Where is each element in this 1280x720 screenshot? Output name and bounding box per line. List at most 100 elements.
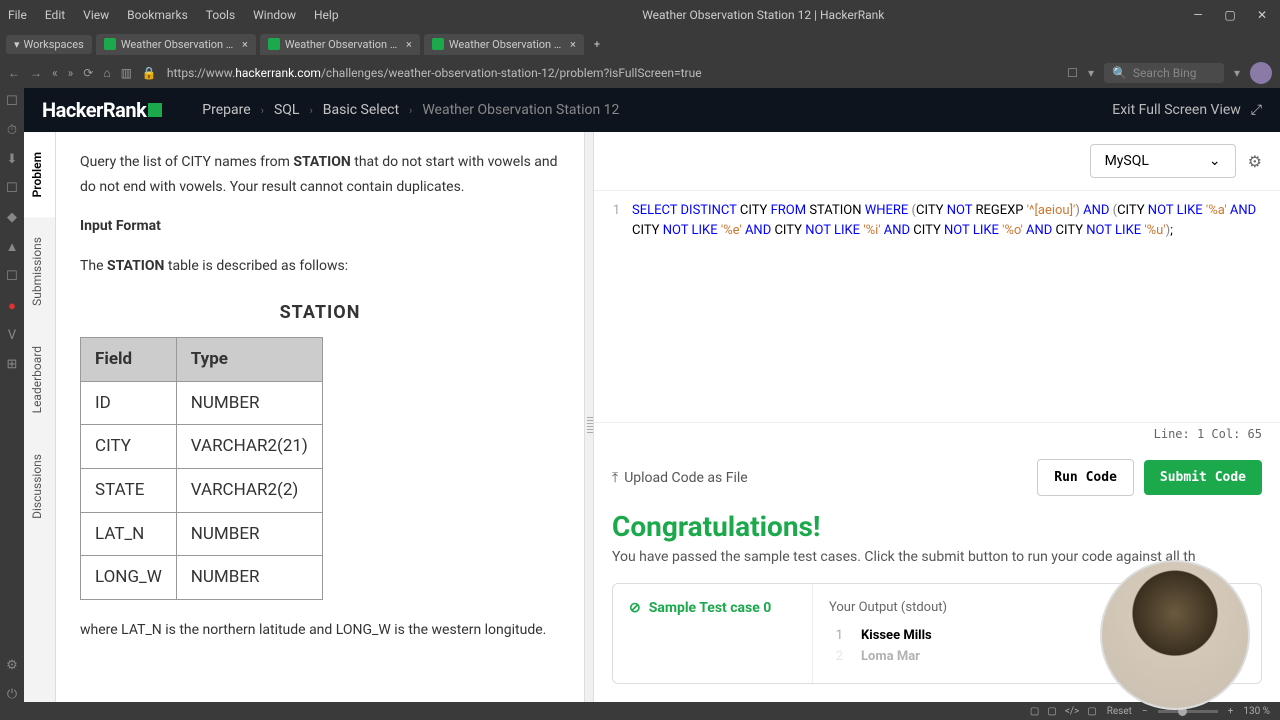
editor-settings-button[interactable]: ⚙ xyxy=(1248,152,1262,171)
page-content: HackerRank Prepare › SQL › Basic Select … xyxy=(24,88,1280,702)
zoom-in-icon[interactable]: + xyxy=(1228,706,1234,717)
panel-bookmarks-icon[interactable]: ☐ xyxy=(6,94,18,109)
exit-fullscreen-button[interactable]: Exit Full Screen View ⤢ xyxy=(1112,102,1262,118)
workspaces-icon: ▾ xyxy=(14,38,20,51)
table-row: STATEVARCHAR2(2) xyxy=(81,468,323,512)
search-placeholder: Search Bing xyxy=(1133,66,1197,80)
settings-icon[interactable]: ⚙ xyxy=(6,658,18,673)
output-value: Loma Mar xyxy=(861,649,920,664)
tab-discussions[interactable]: Discussions xyxy=(24,434,55,539)
code-editor[interactable]: 1 SELECT DISTINCT CITY FROM STATION WHER… xyxy=(594,191,1280,422)
tab-close-icon[interactable]: × xyxy=(242,38,248,51)
reset-zoom-button[interactable]: Reset xyxy=(1107,706,1132,717)
browser-tab[interactable]: Weather Observation Stati × xyxy=(96,34,256,55)
chevron-down-icon[interactable]: ▾ xyxy=(1088,66,1094,80)
browser-tab[interactable]: Weather Observation Stati × xyxy=(260,34,420,55)
profile-avatar[interactable] xyxy=(1250,62,1272,84)
panel-icon[interactable]: ◆ xyxy=(7,210,17,225)
browser-panel-sidebar: ☐ ⏱ ⬇ ☐ ◆ ▲ ☐ ● V ⊞ ⚙ ⏻ xyxy=(0,88,24,702)
test-case-item[interactable]: ⊘ Sample Test case 0 xyxy=(629,600,796,616)
cell: NUMBER xyxy=(176,381,322,425)
th-field: Field xyxy=(81,338,177,382)
tab-leaderboard[interactable]: Leaderboard xyxy=(24,326,55,433)
code-text[interactable]: SELECT DISTINCT CITY FROM STATION WHERE … xyxy=(632,201,1262,412)
cell: CITY xyxy=(81,425,177,469)
panel-icon[interactable]: V xyxy=(8,328,16,343)
action-row: ⤒ Upload Code as File Run Code Submit Co… xyxy=(594,445,1280,510)
zoom-out-icon[interactable]: − xyxy=(1142,706,1148,717)
tab-close-icon[interactable]: × xyxy=(406,38,412,51)
output-line-number: 1 xyxy=(829,628,843,643)
window-title: Weather Observation Station 12 | HackerR… xyxy=(339,8,1188,22)
chevron-right-icon: › xyxy=(261,104,264,117)
browser-urlbar: ← → « » ⟳ ⌂ ▥ 🔒 https://www.hackerrank.c… xyxy=(0,58,1280,88)
text: table is described as follows: xyxy=(164,258,348,274)
table-row: LAT_NNUMBER xyxy=(81,512,323,556)
search-box[interactable]: 🔍 Search Bing xyxy=(1104,63,1224,83)
crumb-sql[interactable]: SQL xyxy=(274,102,299,118)
upload-code-button[interactable]: ⤒ Upload Code as File xyxy=(612,470,748,486)
url-field[interactable]: https://www.hackerrank.com/challenges/we… xyxy=(167,66,1057,80)
tab-problem[interactable]: Problem xyxy=(24,132,55,217)
hackerrank-logo[interactable]: HackerRank xyxy=(42,98,162,122)
table-row: IDNUMBER xyxy=(81,381,323,425)
menu-tools[interactable]: Tools xyxy=(206,8,235,22)
status-icon[interactable]: ▢ xyxy=(1030,706,1039,717)
browser-tabbar: ▾ Workspaces Weather Observation Stati ×… xyxy=(0,30,1280,58)
menu-view[interactable]: View xyxy=(83,8,109,22)
close-button[interactable]: ✕ xyxy=(1252,8,1272,22)
editor-toolbar: MySQL ⌄ ⚙ xyxy=(594,132,1280,191)
submit-code-button[interactable]: Submit Code xyxy=(1144,460,1262,495)
reload-button[interactable]: ⟳ xyxy=(83,66,93,80)
split-divider[interactable] xyxy=(584,132,594,702)
panel-icon[interactable]: ☐ xyxy=(6,269,18,284)
minimize-button[interactable]: — xyxy=(1188,8,1208,22)
browser-tab[interactable]: Weather Observation Stati × xyxy=(424,34,584,55)
tab-submissions[interactable]: Submissions xyxy=(24,217,55,326)
menu-window[interactable]: Window xyxy=(253,8,296,22)
cell: VARCHAR2(2) xyxy=(176,468,322,512)
cursor-status: Line: 1 Col: 65 xyxy=(594,422,1280,445)
menu-edit[interactable]: Edit xyxy=(45,8,65,22)
panel-notes-icon[interactable]: ☐ xyxy=(6,181,18,196)
language-select[interactable]: MySQL ⌄ xyxy=(1090,144,1236,178)
check-icon: ⊘ xyxy=(629,600,641,616)
panel-history-icon[interactable]: ⏱ xyxy=(7,123,17,138)
th-type: Type xyxy=(176,338,322,382)
toggle-panel-icon[interactable]: ⏻ xyxy=(7,687,17,702)
window-titlebar: File Edit View Bookmarks Tools Window He… xyxy=(0,0,1280,30)
tab-title: Weather Observation Stati xyxy=(121,38,237,51)
status-icon[interactable]: ▢ xyxy=(1047,706,1056,717)
search-chevron-icon[interactable]: ▾ xyxy=(1234,66,1240,80)
text-bold: STATION xyxy=(293,154,350,170)
menu-help[interactable]: Help xyxy=(314,8,339,22)
tabs-icon[interactable]: ▥ xyxy=(121,66,132,80)
maximize-button[interactable]: ▢ xyxy=(1220,8,1240,22)
new-tab-button[interactable]: + xyxy=(588,36,606,53)
run-code-button[interactable]: Run Code xyxy=(1037,459,1134,496)
problem-panel: Query the list of CITY names from STATIO… xyxy=(56,132,584,702)
forward-button[interactable]: → xyxy=(30,66,42,80)
favicon-icon xyxy=(268,38,280,50)
status-icon[interactable]: ▢ xyxy=(1087,706,1096,717)
cell: VARCHAR2(21) xyxy=(176,425,322,469)
crumb-basic-select[interactable]: Basic Select xyxy=(323,102,399,118)
status-icon[interactable]: </> xyxy=(1065,706,1079,717)
menu-file[interactable]: File xyxy=(8,8,27,22)
schema-table: Field Type IDNUMBER CITYVARCHAR2(21) STA… xyxy=(80,337,323,600)
back-button[interactable]: ← xyxy=(8,66,20,80)
panel-downloads-icon[interactable]: ⬇ xyxy=(7,152,18,167)
crumb-prepare[interactable]: Prepare xyxy=(202,102,250,118)
panel-icon[interactable]: ● xyxy=(8,298,16,314)
text: The xyxy=(80,258,107,274)
home-button[interactable]: ⌂ xyxy=(103,66,110,80)
panel-icon[interactable]: ▲ xyxy=(6,239,19,255)
tab-close-icon[interactable]: × xyxy=(570,38,576,51)
fastfwd-button[interactable]: » xyxy=(68,66,74,80)
panel-add-icon[interactable]: ⊞ xyxy=(7,357,18,372)
zoom-slider[interactable] xyxy=(1158,710,1218,713)
bookmark-icon[interactable]: ☐ xyxy=(1067,66,1078,80)
menu-bookmarks[interactable]: Bookmarks xyxy=(127,8,188,22)
workspaces-button[interactable]: ▾ Workspaces xyxy=(6,35,92,54)
rewind-button[interactable]: « xyxy=(52,66,58,80)
